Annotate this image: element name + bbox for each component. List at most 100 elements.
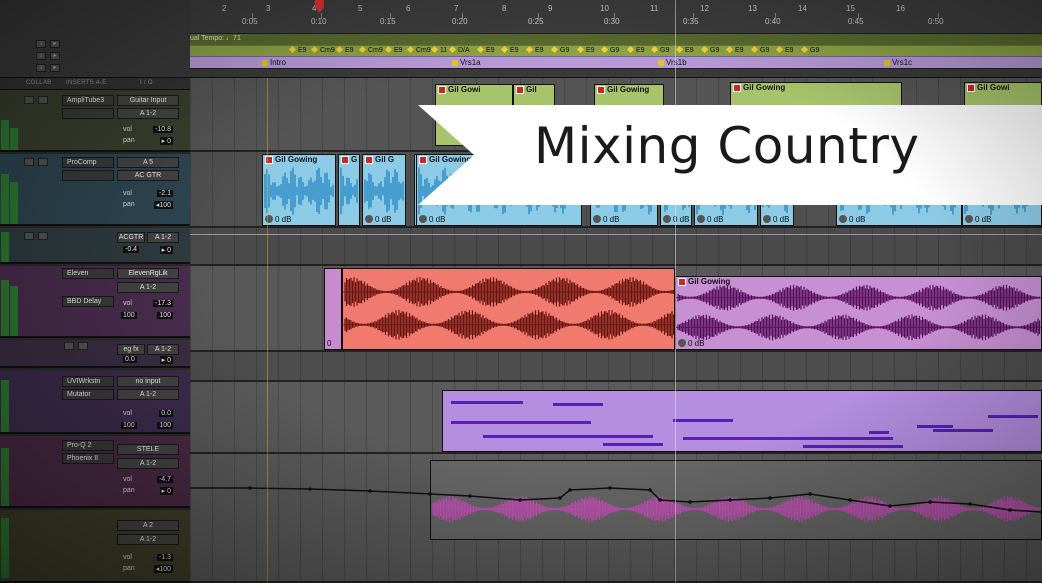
- automation-point[interactable]: [658, 498, 662, 502]
- automation-point[interactable]: [518, 498, 522, 502]
- insert-slot[interactable]: UVIWrkstn: [62, 376, 114, 387]
- chord-label[interactable]: E9: [298, 47, 307, 54]
- input-selector[interactable]: ElevenRgLik: [117, 268, 179, 279]
- insert-slot[interactable]: Mutator: [62, 389, 114, 400]
- midi-note[interactable]: [451, 421, 591, 424]
- chord-marker-icon[interactable]: [288, 45, 297, 54]
- collab-button[interactable]: [64, 342, 74, 350]
- time-ruler[interactable]: 2 3 4 5 6 7 8 9 10 11 12 13 14 15 16 0:05 0:10 0:15 0:20 0…: [190, 0, 1042, 34]
- chord-label[interactable]: E9: [636, 47, 645, 54]
- volume-control[interactable]: vol -1.3: [117, 554, 179, 564]
- collab-button[interactable]: [38, 232, 48, 240]
- chord-marker-icon[interactable]: [775, 45, 784, 54]
- collab-button[interactable]: [38, 96, 48, 104]
- midi-note[interactable]: [673, 419, 733, 422]
- midi-clip[interactable]: [442, 390, 1042, 452]
- chord-marker-icon[interactable]: [576, 45, 585, 54]
- automation-point[interactable]: [688, 500, 692, 504]
- chord-label[interactable]: E9: [345, 47, 354, 54]
- collab-button[interactable]: [24, 232, 34, 240]
- chord-marker-icon[interactable]: [448, 45, 457, 54]
- edit-timeline[interactable]: 2 3 4 5 6 7 8 9 10 11 12 13 14 15 16 0:05 0:10 0:15 0:20 0…: [190, 0, 1042, 583]
- ruler-toggle-button[interactable]: ▸: [50, 64, 60, 72]
- chord-marker-icon[interactable]: [500, 45, 509, 54]
- output-selector[interactable]: AC GTR: [117, 170, 179, 181]
- pan-control[interactable]: pan ▸ 0: [117, 487, 179, 497]
- marker-icon[interactable]: [658, 60, 664, 66]
- marker-label[interactable]: Vrs1a: [460, 58, 481, 67]
- chord-marker-icon[interactable]: [335, 45, 344, 54]
- chord-marker-icon[interactable]: [384, 45, 393, 54]
- input-selector[interactable]: eg fx: [117, 344, 145, 355]
- chord-marker-icon[interactable]: [725, 45, 734, 54]
- chord-label[interactable]: G9: [760, 47, 769, 54]
- insert-slot[interactable]: BBD Delay: [62, 296, 114, 307]
- insert-slot[interactable]: Eleven: [62, 268, 114, 279]
- marker-label[interactable]: Vrs1b: [666, 58, 687, 67]
- chord-label[interactable]: E9: [535, 47, 544, 54]
- automation-point[interactable]: [928, 500, 932, 504]
- pitch-curve[interactable]: [190, 454, 1042, 583]
- insert-slot[interactable]: AmpliTube3: [62, 95, 114, 106]
- insert-slot[interactable]: [62, 170, 114, 181]
- automation-point[interactable]: [428, 492, 432, 496]
- chord-marker-icon[interactable]: [358, 45, 367, 54]
- automation-point[interactable]: [368, 489, 372, 493]
- marker-ruler[interactable]: Intro Vrs1a Vrs1b Vrs1c: [190, 56, 1042, 69]
- chord-label[interactable]: 11: [440, 47, 447, 54]
- chord-marker-icon[interactable]: [600, 45, 609, 54]
- chord-label[interactable]: Cm9: [320, 47, 335, 54]
- chord-label[interactable]: Cm9: [368, 47, 383, 54]
- automation-point[interactable]: [1008, 508, 1012, 512]
- midi-note[interactable]: [451, 401, 523, 404]
- input-selector[interactable]: A 2: [117, 520, 179, 531]
- pan-control[interactable]: 100 100: [117, 312, 179, 322]
- automation-point[interactable]: [468, 494, 472, 498]
- chord-marker-icon[interactable]: [406, 45, 415, 54]
- pan-control[interactable]: pan ◂100: [117, 201, 179, 211]
- audio-clip[interactable]: Gil Gowing 0 dB: [675, 276, 1042, 350]
- tempo-ruler[interactable]: ual Tempo: ♩71: [190, 34, 1042, 45]
- pan-control[interactable]: 100 100: [117, 422, 179, 432]
- audio-clip[interactable]: Gil Gowing 0 dB: [262, 154, 336, 226]
- output-selector[interactable]: A 1-2: [117, 282, 179, 293]
- collab-button[interactable]: [78, 342, 88, 350]
- pan-control[interactable]: pan ▸ 0: [117, 137, 179, 147]
- midi-note[interactable]: [933, 429, 993, 432]
- input-selector[interactable]: Guitar Input: [117, 95, 179, 106]
- input-selector[interactable]: no input: [117, 376, 179, 387]
- collab-button[interactable]: [24, 96, 34, 104]
- midi-note[interactable]: [988, 415, 1038, 418]
- track-lane[interactable]: [190, 352, 1042, 382]
- audio-clip[interactable]: [342, 268, 675, 350]
- ruler-toggle-button[interactable]: ↕: [36, 52, 46, 60]
- chord-marker-icon[interactable]: [675, 45, 684, 54]
- volume-control[interactable]: -0.4 ▸ 0: [117, 246, 179, 256]
- audio-clip[interactable]: G: [338, 154, 360, 226]
- ruler-toggle-button[interactable]: ↕: [36, 64, 46, 72]
- volume-automation-line[interactable]: [190, 234, 1042, 235]
- insert-slot[interactable]: Pro-Q 2: [62, 440, 114, 451]
- chord-label[interactable]: E9: [486, 47, 495, 54]
- track-lane[interactable]: 0 Gil Gowing 0 dB: [190, 266, 1042, 352]
- output-selector[interactable]: A 1-2: [147, 232, 179, 243]
- chord-label[interactable]: E9: [394, 47, 403, 54]
- chord-label[interactable]: G9: [560, 47, 569, 54]
- chord-marker-icon[interactable]: [650, 45, 659, 54]
- automation-point[interactable]: [728, 498, 732, 502]
- midi-note[interactable]: [803, 445, 903, 448]
- insert-slot[interactable]: Phoenix II: [62, 453, 114, 464]
- automation-point[interactable]: [768, 496, 772, 500]
- output-selector[interactable]: A 1-2: [117, 389, 179, 400]
- output-selector[interactable]: A 1-2: [147, 344, 179, 355]
- input-selector[interactable]: STELE: [117, 444, 179, 455]
- playhead-marker-icon[interactable]: [315, 0, 324, 13]
- volume-control[interactable]: 0.0 ▸ 0: [117, 356, 179, 366]
- marker-icon[interactable]: [262, 60, 268, 66]
- chord-label[interactable]: D/A: [458, 47, 470, 54]
- chord-label[interactable]: G9: [710, 47, 719, 54]
- chord-marker-icon[interactable]: [310, 45, 319, 54]
- midi-note[interactable]: [483, 435, 653, 438]
- ruler-toggle-button[interactable]: ▸: [50, 40, 60, 48]
- midi-note[interactable]: [683, 437, 893, 440]
